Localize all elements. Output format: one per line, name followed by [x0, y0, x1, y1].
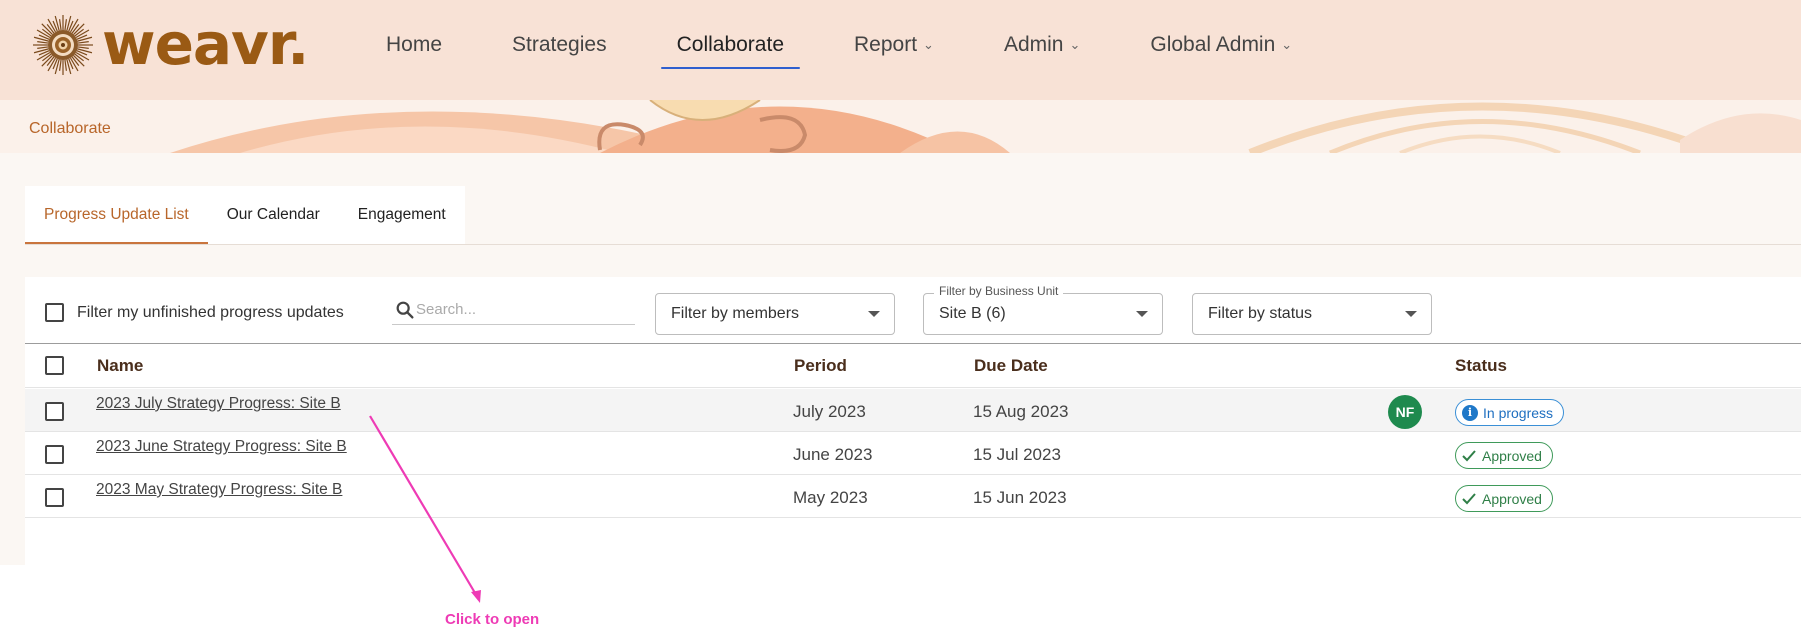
filter-bar: Filter my unfinished progress updates Fi…	[25, 277, 1801, 344]
column-name[interactable]: Name	[97, 356, 143, 376]
chevron-down-icon: ⌄	[923, 37, 934, 52]
nav-strategies-label: Strategies	[512, 33, 607, 56]
nav-report-label: Report	[854, 33, 918, 56]
status-filter-select[interactable]: Filter by status	[1192, 293, 1432, 335]
status-badge: i In progress	[1455, 399, 1565, 426]
unfinished-filter[interactable]: Filter my unfinished progress updates	[45, 303, 344, 322]
nav-strategies[interactable]: Strategies	[496, 27, 623, 63]
breadcrumb[interactable]: Collaborate	[29, 120, 111, 138]
row-due-date: 15 Aug 2023	[973, 402, 1069, 421]
tab-progress-update-list[interactable]: Progress Update List	[25, 186, 208, 244]
checkmark-icon	[1462, 449, 1476, 462]
chevron-down-icon: ⌄	[1281, 37, 1293, 52]
unfinished-checkbox[interactable]	[45, 303, 64, 322]
row-name-link[interactable]: 2023 June Strategy Progress: Site B	[96, 438, 347, 456]
status-badge-label: Approved	[1482, 447, 1542, 464]
row-period: June 2023	[793, 445, 873, 464]
search-input[interactable]	[416, 301, 616, 318]
row-name-link[interactable]: 2023 May Strategy Progress: Site B	[96, 481, 342, 499]
nav-admin[interactable]: Admin ⌄	[988, 27, 1096, 63]
nav-collaborate[interactable]: Collaborate	[660, 27, 801, 69]
row-checkbox[interactable]	[45, 445, 64, 464]
chevron-down-icon: ⌄	[1069, 37, 1081, 52]
status-badge: Approved	[1455, 485, 1553, 512]
tab-divider	[25, 244, 1801, 245]
dropdown-arrow-icon	[1136, 311, 1148, 317]
nav-collaborate-label: Collaborate	[676, 33, 784, 56]
status-badge-label: Approved	[1482, 490, 1542, 507]
dropdown-arrow-icon	[1405, 311, 1417, 317]
app-header: weavr. Home Strategies Collaborate Repor…	[0, 0, 1801, 100]
business-unit-value: Site B (6)	[939, 305, 1006, 322]
brand-wordmark[interactable]: weavr.	[102, 6, 309, 82]
nav-global-admin-label: Global Admin	[1150, 33, 1276, 56]
members-filter-select[interactable]: Filter by members	[655, 293, 895, 335]
row-checkbox[interactable]	[45, 488, 64, 507]
table-row[interactable]: 2023 July Strategy Progress: Site B July…	[25, 389, 1801, 432]
nav-report[interactable]: Report ⌄	[838, 27, 950, 63]
nav-home-label: Home	[386, 33, 443, 56]
business-unit-label: Filter by Business Unit	[934, 284, 1064, 298]
column-due-date[interactable]: Due Date	[974, 356, 1048, 376]
table-row[interactable]: 2023 June Strategy Progress: Site B June…	[25, 432, 1801, 475]
tab-bar: Progress Update List Our Calendar Engage…	[25, 186, 465, 244]
column-period[interactable]: Period	[794, 356, 847, 376]
search-box	[392, 295, 635, 325]
search-icon	[396, 301, 414, 319]
dropdown-arrow-icon	[868, 311, 880, 317]
nav-home[interactable]: Home	[370, 27, 458, 63]
status-badge-label: In progress	[1483, 404, 1554, 421]
members-filter-placeholder: Filter by members	[671, 305, 800, 322]
progress-update-card: Filter my unfinished progress updates Fi…	[25, 277, 1801, 565]
business-unit-select[interactable]: Filter by Business Unit Site B (6)	[923, 284, 1163, 335]
row-due-date: 15 Jul 2023	[973, 445, 1061, 464]
banner-pattern-icon	[170, 100, 1801, 153]
status-badge: Approved	[1455, 442, 1553, 469]
avatar[interactable]: NF	[1388, 395, 1422, 429]
main-nav: Home Strategies Collaborate Report ⌄ Admi…	[370, 0, 1346, 90]
row-due-date: 15 Jun 2023	[973, 488, 1067, 507]
tab-engagement[interactable]: Engagement	[339, 186, 465, 244]
column-status[interactable]: Status	[1455, 356, 1507, 376]
select-all-checkbox[interactable]	[45, 356, 64, 375]
status-filter-placeholder: Filter by status	[1208, 305, 1313, 322]
row-name-link[interactable]: 2023 July Strategy Progress: Site B	[96, 395, 341, 413]
annotation-label: Click to open	[445, 611, 540, 628]
row-period: May 2023	[793, 488, 868, 507]
decorative-banner	[0, 100, 1801, 153]
table-header: Name Period Due Date Status	[25, 344, 1801, 388]
nav-global-admin[interactable]: Global Admin ⌄	[1134, 27, 1308, 63]
info-icon: i	[1462, 404, 1478, 421]
unfinished-label: Filter my unfinished progress updates	[77, 303, 344, 321]
brand-logo-icon[interactable]	[32, 14, 94, 76]
checkmark-icon	[1462, 492, 1476, 505]
tab-our-calendar[interactable]: Our Calendar	[208, 186, 339, 244]
row-period: July 2023	[793, 402, 866, 421]
row-checkbox[interactable]	[45, 402, 64, 421]
nav-admin-label: Admin	[1003, 33, 1064, 56]
table-row[interactable]: 2023 May Strategy Progress: Site B May 2…	[25, 475, 1801, 518]
